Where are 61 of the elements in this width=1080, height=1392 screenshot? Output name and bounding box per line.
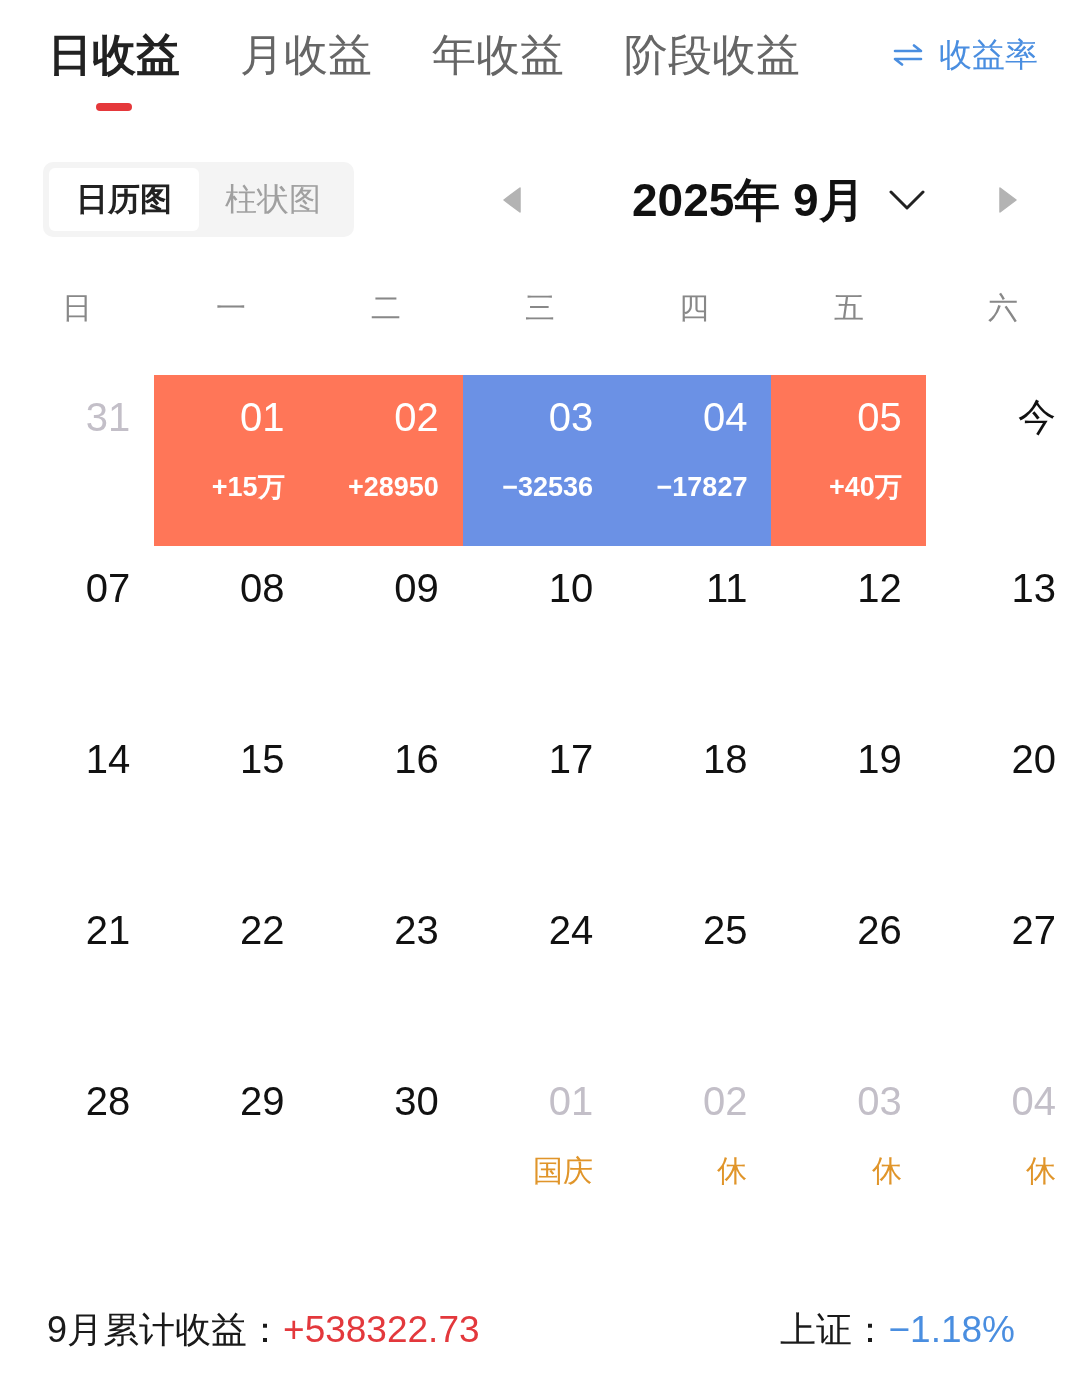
day-number[interactable]: 30: [394, 1079, 439, 1123]
day-number[interactable]: 14: [85, 737, 131, 781]
holiday-label: 休: [717, 1153, 748, 1189]
day-number[interactable]: 22: [240, 908, 285, 952]
tab[interactable]: 年收益: [432, 30, 564, 80]
day-number[interactable]: 18: [702, 737, 748, 781]
chevron-down-icon: [888, 188, 925, 211]
holiday-label: 休: [1026, 1153, 1056, 1189]
summary-value: +538322.73: [283, 1308, 480, 1352]
weekday-label: 五: [833, 291, 864, 324]
prev-month-icon[interactable]: [503, 186, 521, 213]
profit-amount: −17827: [656, 471, 748, 504]
summary-label: 9月累计收益：: [47, 1308, 284, 1352]
day-number[interactable]: 17: [548, 737, 594, 781]
day-number[interactable]: 21: [85, 908, 131, 952]
day-number: 03: [548, 395, 594, 439]
profit-amount: +28950: [348, 471, 439, 504]
day-number[interactable]: 28: [85, 1079, 131, 1123]
day-number[interactable]: 09: [394, 566, 439, 610]
day-number[interactable]: 15: [240, 737, 285, 781]
day-number[interactable]: 07: [85, 566, 131, 610]
index-label: 上证：: [780, 1308, 889, 1352]
day-number[interactable]: 19: [857, 737, 902, 781]
day-number: 04: [702, 395, 748, 439]
day-number[interactable]: 29: [240, 1079, 285, 1123]
tab[interactable]: 阶段收益: [624, 30, 800, 80]
day-number[interactable]: 26: [857, 908, 902, 952]
weekday-label: 六: [987, 291, 1018, 324]
next-month-icon[interactable]: [999, 186, 1017, 213]
day-number[interactable]: 12: [857, 566, 902, 610]
weekday-label: 四: [679, 291, 710, 324]
weekday-label: 日: [62, 291, 93, 324]
day-number[interactable]: 13: [1011, 566, 1056, 610]
weekday-label: 二: [370, 291, 401, 324]
day-number[interactable]: 10: [548, 566, 594, 610]
day-number[interactable]: 16: [394, 737, 439, 781]
day-number[interactable]: 24: [548, 908, 594, 952]
tab[interactable]: 月收益: [240, 30, 372, 80]
holiday-label: 休: [871, 1153, 902, 1189]
weekday-label: 一: [216, 291, 247, 324]
tab-indicator: [96, 103, 132, 111]
tab[interactable]: 日收益: [48, 30, 180, 111]
day-number[interactable]: 23: [394, 908, 439, 952]
day-number[interactable]: 25: [702, 908, 748, 952]
day-number[interactable]: 27: [1011, 908, 1056, 952]
month-picker[interactable]: 2025年 9月: [632, 171, 925, 228]
day-number[interactable]: 11: [705, 566, 748, 610]
swap-arrows-icon: [893, 44, 923, 66]
day-number: 02: [394, 395, 439, 439]
profit-amount: +15万: [211, 471, 285, 504]
day-number: 05: [857, 395, 902, 439]
weekday-label: 三: [525, 291, 555, 324]
holiday-label: 国庆: [533, 1153, 594, 1189]
profit-amount: −32536: [502, 471, 594, 504]
view-option[interactable]: 日历图: [49, 168, 199, 231]
day-number[interactable]: 08: [240, 566, 285, 610]
index-value: −1.18%: [888, 1308, 1015, 1352]
day-number: 01: [240, 395, 285, 439]
profit-amount: +40万: [828, 471, 902, 504]
today-label[interactable]: 今: [1018, 395, 1056, 439]
day-number[interactable]: 20: [1011, 737, 1056, 781]
